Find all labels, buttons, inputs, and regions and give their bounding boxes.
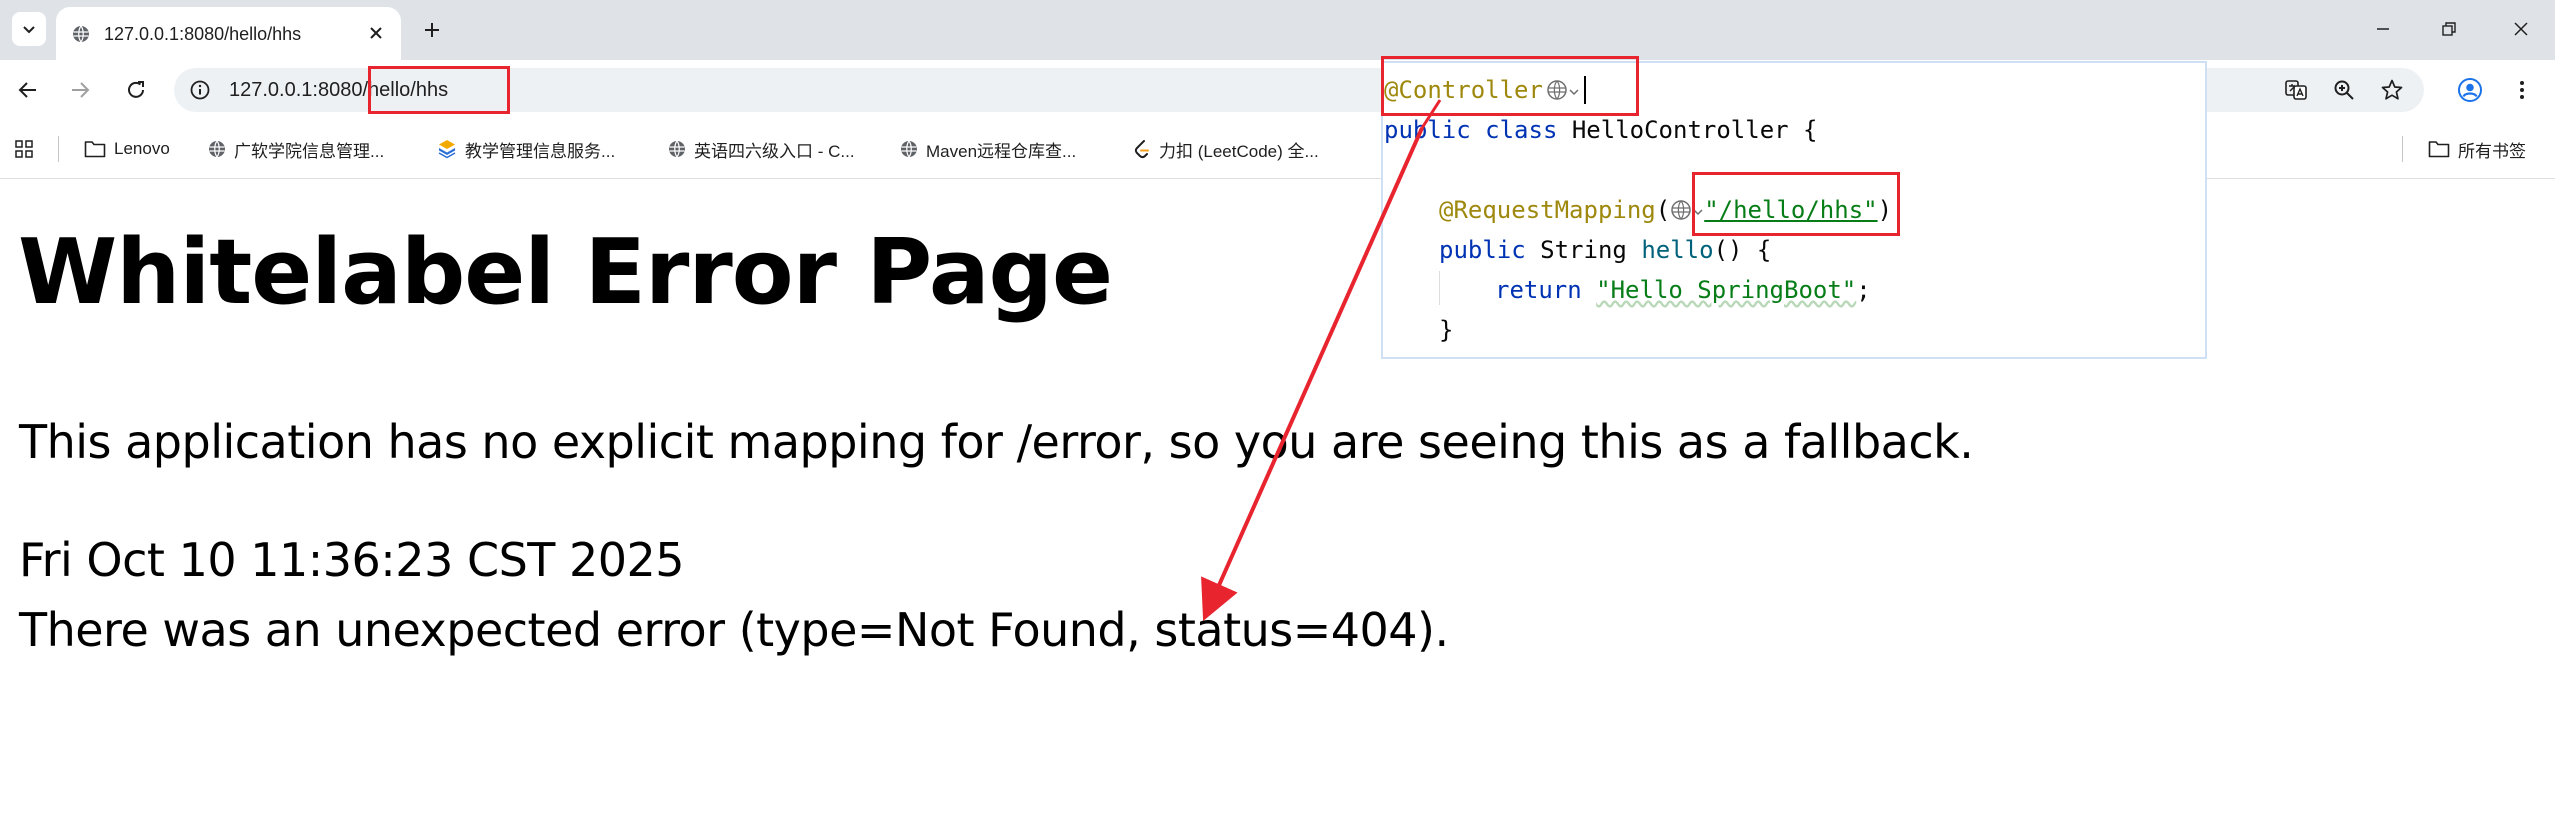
arrow-line <box>1201 127 1424 621</box>
arrow-tail <box>1420 99 1442 129</box>
annotation-arrow <box>1201 99 1442 621</box>
